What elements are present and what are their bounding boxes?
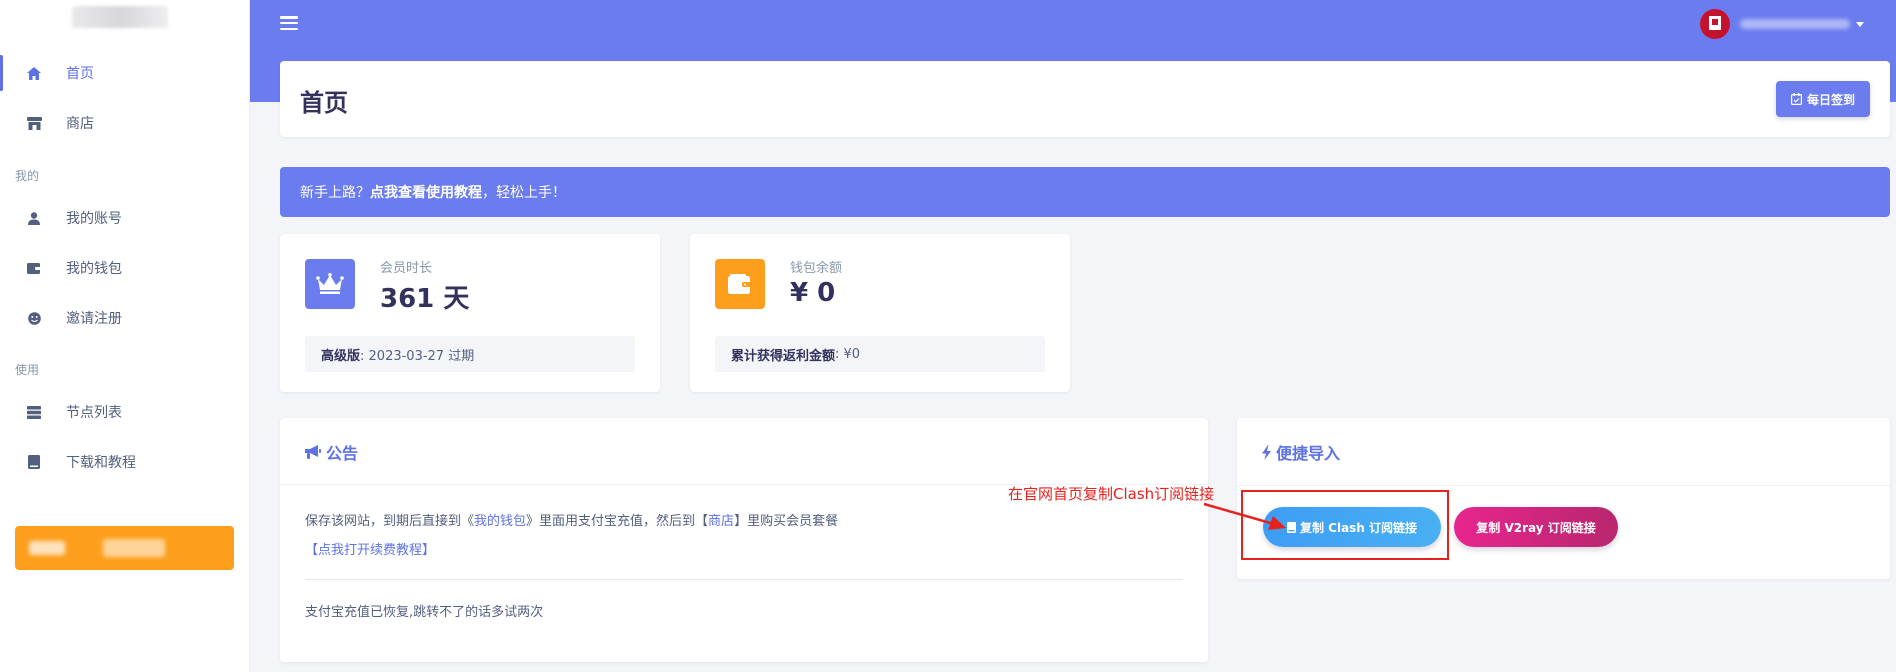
- quick-import-title-text: 便捷导入: [1276, 444, 1341, 463]
- alert-tutorial-link[interactable]: 点我查看使用教程: [370, 182, 482, 202]
- sidebar-item-shop[interactable]: 商店: [0, 103, 250, 143]
- alert-suffix: ，轻松上手！: [482, 185, 566, 201]
- notice-title-text: 公告: [326, 444, 359, 463]
- divider: [305, 579, 1183, 580]
- newbie-alert: 新手上路？ 点我查看使用教程 ，轻松上手！: [280, 167, 1890, 217]
- shop-icon: [26, 115, 42, 131]
- wallet-label: 钱包余额: [790, 261, 843, 276]
- notice-text-part: 】里购买会员套餐: [734, 514, 839, 529]
- calendar-check-icon: [1790, 93, 1802, 105]
- sidebar-item-nodes[interactable]: 节点列表: [0, 392, 250, 432]
- notice-wallet-link[interactable]: 我的钱包: [474, 514, 526, 529]
- crown-icon: [305, 259, 355, 309]
- annotation-text: 在官网首页复制Clash订阅链接: [1008, 485, 1215, 503]
- promo-blurred-text: [29, 541, 65, 555]
- wallet-icon: [715, 259, 765, 309]
- notice-shop-link[interactable]: 商店: [708, 514, 734, 529]
- notice-text: 保存该网站，到期后直接到《我的钱包》里面用支付宝充值，然后到【商店】里购买会员套…: [305, 510, 838, 529]
- sidebar-promo-button[interactable]: [15, 526, 234, 570]
- membership-expiry-date: : 2023-03-27 过期: [360, 348, 475, 364]
- nav-heading-use: 使用: [15, 363, 40, 377]
- divider: [1237, 485, 1890, 486]
- membership-expiry: 高级版: 2023-03-27 过期: [305, 336, 635, 372]
- sidebar-item-label: 下载和教程: [66, 455, 136, 471]
- daily-checkin-button[interactable]: 每日签到: [1776, 81, 1870, 117]
- megaphone-icon: [305, 445, 321, 459]
- annotation-arrow-icon: [1203, 502, 1286, 530]
- rebate-label: 累计获得返利金额: [731, 348, 836, 364]
- page-header-card: 首页 每日签到: [280, 61, 1890, 137]
- nav-heading-mine: 我的: [15, 169, 40, 183]
- sidebar-item-account[interactable]: 我的账号: [0, 198, 250, 238]
- logo[interactable]: [72, 6, 168, 28]
- copy-v2ray-label: 复制 V2ray 订阅链接: [1476, 520, 1596, 535]
- sidebar-item-home[interactable]: 首页: [0, 53, 250, 93]
- server-icon: [26, 404, 42, 420]
- caret-down-icon: [1856, 21, 1864, 27]
- username-blurred: [1740, 19, 1850, 29]
- notice-text-part: 保存该网站，到期后直接到《: [305, 514, 475, 529]
- avatar[interactable]: [1700, 9, 1730, 39]
- book-icon: [26, 454, 42, 470]
- bolt-icon: [1262, 444, 1271, 460]
- sidebar-item-label: 首页: [66, 66, 94, 82]
- alert-prefix: 新手上路？: [300, 185, 370, 201]
- notice-card: 公告 保存该网站，到期后直接到《我的钱包》里面用支付宝充值，然后到【商店】里购买…: [280, 418, 1208, 662]
- smile-icon: [26, 310, 42, 326]
- sidebar-item-wallet[interactable]: 我的钱包: [0, 248, 250, 288]
- sidebar: 首页 商店 我的 我的账号 我的钱包 邀请注册 使用 节点列表 下载和教程: [0, 0, 250, 672]
- wallet-value: ¥ 0: [790, 278, 836, 308]
- user-menu[interactable]: [1700, 9, 1864, 39]
- notice-text-part: 》里面用支付宝充值，然后到【: [526, 514, 709, 529]
- page-title: 首页: [300, 89, 348, 117]
- renewal-tutorial-link[interactable]: 【点我打开续费教程】: [305, 539, 435, 558]
- membership-card: 会员时长 361 天 高级版: 2023-03-27 过期: [280, 234, 660, 392]
- notice-text-alipay: 支付宝充值已恢复,跳转不了的话多试两次: [305, 605, 544, 620]
- notice-title: 公告: [305, 440, 358, 464]
- wallet-icon: [26, 260, 42, 276]
- user-icon: [26, 210, 42, 226]
- hamburger-menu-icon[interactable]: [280, 16, 298, 30]
- membership-tier: 高级版: [321, 348, 361, 364]
- home-icon: [26, 65, 42, 81]
- membership-label: 会员时长: [380, 261, 433, 276]
- sidebar-item-label: 节点列表: [66, 405, 122, 421]
- sidebar-item-label: 商店: [66, 116, 94, 132]
- rebate-value: : ¥0: [835, 346, 861, 362]
- sidebar-item-label: 邀请注册: [66, 311, 122, 327]
- sidebar-item-label: 我的账号: [66, 211, 122, 227]
- copy-v2ray-link-button[interactable]: 复制 V2ray 订阅链接: [1454, 507, 1618, 547]
- rebate-total: 累计获得返利金额: ¥0: [715, 336, 1045, 372]
- sidebar-item-invite[interactable]: 邀请注册: [0, 298, 250, 338]
- membership-value: 361 天: [380, 284, 470, 314]
- sidebar-item-download[interactable]: 下载和教程: [0, 442, 250, 482]
- quick-import-title: 便捷导入: [1262, 440, 1340, 464]
- sidebar-item-label: 我的钱包: [66, 261, 122, 277]
- promo-blurred-text: [103, 539, 165, 557]
- daily-checkin-label: 每日签到: [1806, 92, 1855, 107]
- wallet-card: 钱包余额 ¥ 0 累计获得返利金额: ¥0: [690, 234, 1070, 392]
